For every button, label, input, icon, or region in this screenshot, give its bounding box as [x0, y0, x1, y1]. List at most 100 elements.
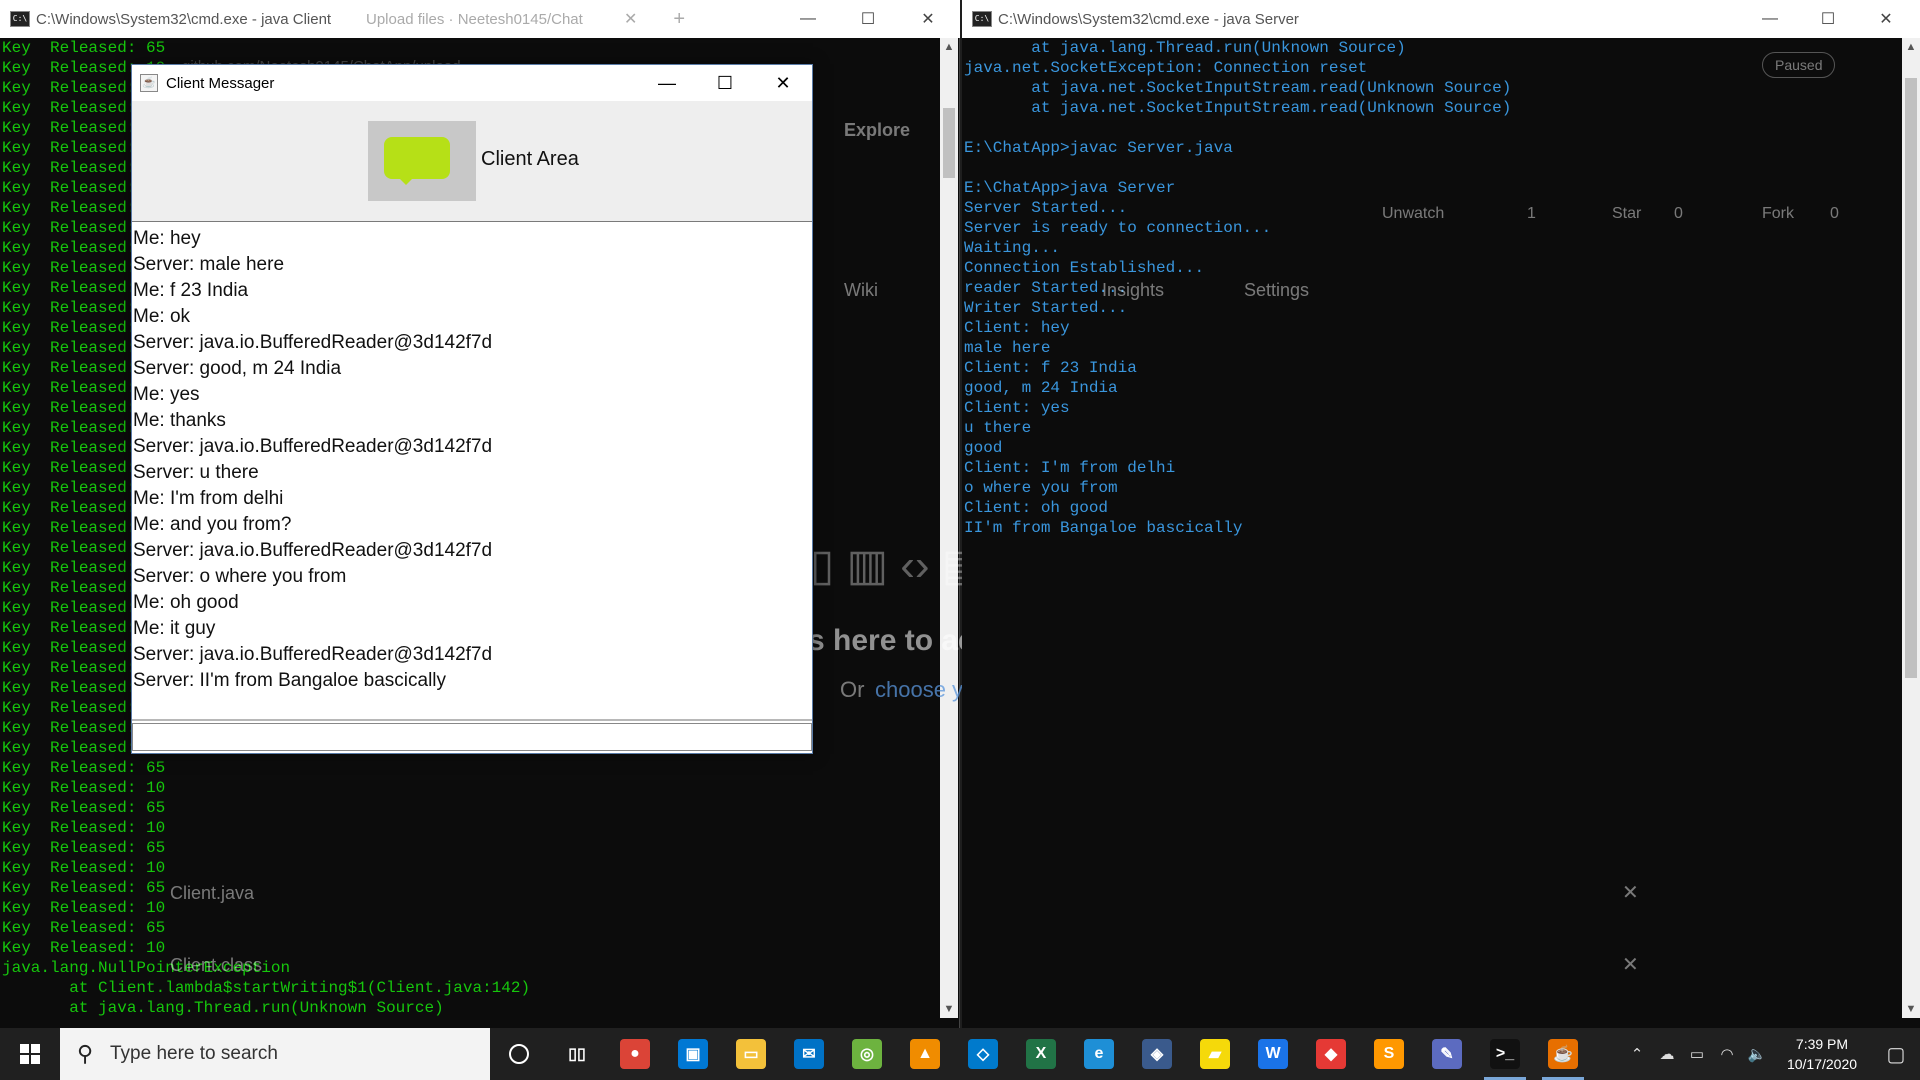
browser-tab-title-ghost[interactable]: Upload files · Neetesh0145/Chat	[366, 11, 606, 28]
file-client-class-ghost: Client.class	[170, 955, 263, 975]
taskbar-clock[interactable]: 7:39 PM 10/17/2020	[1772, 1034, 1872, 1074]
chat-message-area[interactable]: Me: hey Server: male here Me: f 23 India Me…	[132, 221, 812, 721]
store-taskbar-button[interactable]: ▣	[664, 1028, 722, 1080]
start-button[interactable]	[0, 1028, 60, 1080]
terminal-line: Key Released: 10	[2, 819, 166, 837]
windows-icon	[20, 1044, 40, 1064]
maximize-icon[interactable]: ☐	[840, 0, 896, 38]
client-cmd-title: C:\Windows\System32\cmd.exe - java Clien…	[36, 10, 332, 28]
clock-date: 10/17/2020	[1786, 1056, 1858, 1072]
minimize-icon[interactable]: —	[1742, 0, 1798, 38]
explore-link-ghost[interactable]: Explore	[844, 120, 910, 141]
terminal-line: at java.lang.Thread.run(Unknown Source)	[2, 999, 444, 1017]
chat-message: Server: u there	[133, 462, 259, 483]
spring-icon: ◎	[852, 1039, 882, 1069]
message-input[interactable]	[132, 723, 812, 751]
terminal-line: Client: f 23 India	[964, 359, 1137, 377]
vscode-taskbar-button[interactable]: ◇	[954, 1028, 1012, 1080]
cortana-button[interactable]	[490, 1028, 548, 1080]
terminal-line: II'm from Bangaloe bascically	[964, 519, 1243, 537]
maximize-icon[interactable]: ☐	[696, 65, 754, 101]
paint-taskbar-button[interactable]: ✎	[1418, 1028, 1476, 1080]
excel-taskbar-button[interactable]: X	[1012, 1028, 1070, 1080]
client-cmd-scrollbar[interactable]: ▲ ▼	[940, 38, 958, 1018]
task-view-icon: ▯▯	[562, 1039, 592, 1069]
taskbar-search-box[interactable]: ⚲ Type here to search	[60, 1028, 490, 1080]
battery-icon[interactable]: ▭	[1682, 1045, 1712, 1063]
sublime-taskbar-button[interactable]: S	[1360, 1028, 1418, 1080]
sublime-icon: S	[1374, 1039, 1404, 1069]
terminal-line: Key Released: 65	[2, 39, 166, 57]
chevron-up-icon[interactable]: ⌃	[1622, 1045, 1652, 1063]
terminal-line: E:\ChatApp>javac Server.java	[964, 139, 1233, 157]
mail-taskbar-button[interactable]: ✉	[780, 1028, 838, 1080]
search-icon: ⚲	[76, 1041, 94, 1066]
chat-message: Me: I'm from delhi	[133, 488, 284, 509]
wps-taskbar-button[interactable]: W	[1244, 1028, 1302, 1080]
sticky-notes-taskbar-button[interactable]: ▰	[1186, 1028, 1244, 1080]
chat-message: Server: java.io.BufferedReader@3d142f7d	[133, 436, 493, 457]
server-cmd-scrollbar[interactable]: ▲ ▼	[1902, 38, 1920, 1018]
paused-badge-ghost[interactable]: Paused	[1762, 52, 1836, 78]
wps-icon: W	[1258, 1039, 1288, 1069]
settings-tab-ghost[interactable]: Settings	[1244, 280, 1309, 301]
edge-taskbar-button[interactable]: e	[1070, 1028, 1128, 1080]
notification-icon[interactable]: ▢	[1872, 1042, 1920, 1067]
insights-tab-ghost[interactable]: Insights	[1102, 280, 1164, 301]
network-taskbar-button[interactable]: ◈	[1128, 1028, 1186, 1080]
scroll-up-arrow-icon[interactable]: ▲	[940, 38, 958, 56]
client-messager-title: Client Messager	[166, 74, 275, 92]
remove-file-icon[interactable]: ✕	[1622, 952, 1639, 977]
scroll-up-arrow-icon[interactable]: ▲	[1902, 38, 1920, 56]
terminal-line: u there	[964, 419, 1032, 437]
anydesk-taskbar-button[interactable]: ◆	[1302, 1028, 1360, 1080]
scroll-thumb[interactable]	[943, 108, 955, 178]
terminal-line: o where you from	[964, 479, 1118, 497]
chat-message: Server: male here	[133, 254, 285, 275]
scroll-down-arrow-icon[interactable]: ▼	[940, 1000, 958, 1018]
scroll-down-arrow-icon[interactable]: ▼	[1902, 1000, 1920, 1018]
client-area-label: Client Area	[481, 148, 579, 170]
java-taskbar-button[interactable]: ☕	[1534, 1028, 1592, 1080]
client-cmd-titlebar[interactable]: C:\ C:\Windows\System32\cmd.exe - java C…	[0, 0, 960, 38]
new-tab-icon[interactable]: +	[673, 8, 685, 31]
close-tab-icon[interactable]: ✕	[624, 9, 637, 29]
cmd-taskbar-button[interactable]: >_	[1476, 1028, 1534, 1080]
client-messager-titlebar[interactable]: ☕ Client Messager — ☐ ✕	[132, 65, 812, 101]
unwatch-count-ghost: 1	[1527, 205, 1536, 222]
server-cmd-title: C:\Windows\System32\cmd.exe - java Serve…	[998, 10, 1299, 28]
or-text-ghost: Or	[840, 677, 865, 702]
spring-taskbar-button[interactable]: ◎	[838, 1028, 896, 1080]
server-cmd-titlebar[interactable]: C:\ C:\Windows\System32\cmd.exe - java S…	[962, 0, 1920, 38]
scroll-thumb[interactable]	[1905, 78, 1917, 678]
volume-icon[interactable]: 🔈	[1742, 1045, 1772, 1063]
chat-bubble-logo	[368, 121, 476, 201]
file-explorer-taskbar-button[interactable]: ▭	[722, 1028, 780, 1080]
chat-message: Me: it guy	[133, 618, 216, 639]
wifi-icon[interactable]: ◠	[1712, 1045, 1742, 1063]
chrome-taskbar-button[interactable]: ●	[606, 1028, 664, 1080]
onedrive-icon[interactable]: ☁	[1652, 1045, 1682, 1063]
server-terminal-output: at java.lang.Thread.run(Unknown Source) j…	[962, 38, 1902, 1028]
chat-message: Me: yes	[133, 384, 200, 405]
client-messager-window[interactable]: ☕ Client Messager — ☐ ✕ Client Area Me: …	[131, 64, 813, 754]
maximize-icon[interactable]: ☐	[1800, 0, 1856, 38]
unwatch-button-ghost[interactable]: Unwatch	[1382, 205, 1444, 223]
vlc-taskbar-button[interactable]: ▲	[896, 1028, 954, 1080]
remove-file-icon[interactable]: ✕	[1622, 880, 1639, 905]
fork-button-ghost[interactable]: Fork	[1762, 205, 1794, 223]
star-button-ghost[interactable]: Star	[1612, 205, 1641, 223]
close-icon[interactable]: ✕	[754, 65, 812, 101]
close-icon[interactable]: ✕	[900, 0, 956, 38]
server-cmd-window[interactable]: C:\ C:\Windows\System32\cmd.exe - java S…	[962, 0, 1920, 1028]
file-explorer-icon: ▭	[736, 1039, 766, 1069]
task-view-taskbar-button[interactable]: ▯▯	[548, 1028, 606, 1080]
close-icon[interactable]: ✕	[1858, 0, 1914, 38]
chat-message: Server: java.io.BufferedReader@3d142f7d	[133, 644, 493, 665]
minimize-icon[interactable]: —	[638, 65, 696, 101]
terminal-line: Key Released: 65	[2, 919, 166, 937]
minimize-icon[interactable]: —	[780, 0, 836, 38]
chat-message: Me: and you from?	[133, 514, 292, 535]
wiki-tab-ghost[interactable]: Wiki	[844, 280, 878, 301]
